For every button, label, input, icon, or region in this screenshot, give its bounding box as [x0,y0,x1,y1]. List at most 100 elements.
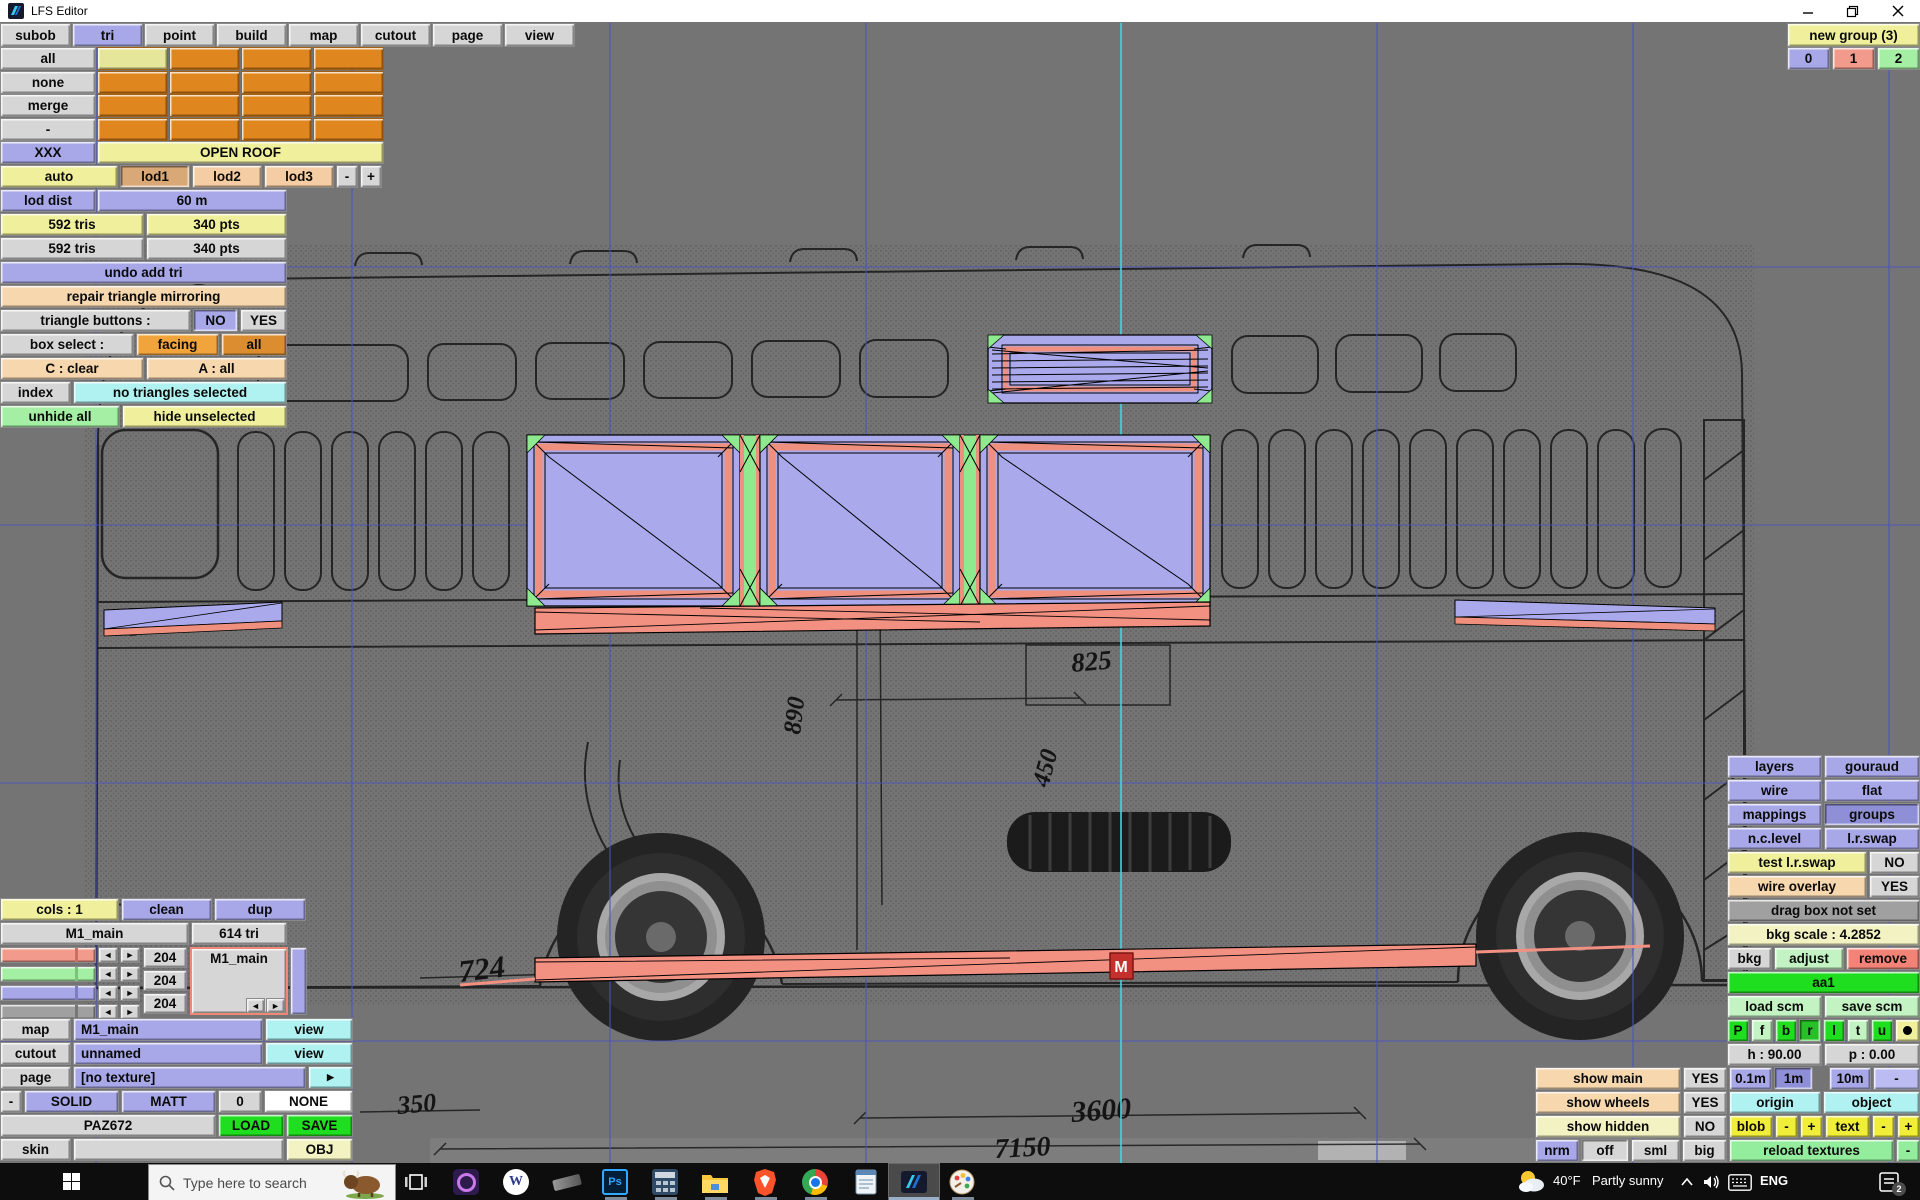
load-button[interactable]: LOAD [218,1114,284,1137]
material-name[interactable]: M1_main [0,922,189,945]
temperature-value[interactable]: 40°F [1553,1173,1581,1188]
subob-grid-cell[interactable] [169,118,240,141]
group-1-button[interactable]: 1 [1832,47,1875,70]
box-select-facing[interactable]: facing [136,333,219,356]
reload-textures-button[interactable]: reload textures [1729,1139,1894,1162]
lod-auto-button[interactable]: auto [0,165,118,188]
obj-button[interactable]: OBJ [286,1138,353,1161]
subob-grid-cell[interactable] [313,94,384,117]
color-slider-green[interactable] [0,966,96,982]
clean-button[interactable]: clean [121,898,212,921]
view-left-button[interactable]: l [1823,1019,1845,1042]
task-view-button[interactable] [401,1169,431,1195]
subob-grid-cell[interactable] [313,118,384,141]
color-value-red[interactable]: 204 [143,947,187,968]
tab-tri[interactable]: tri [72,23,143,47]
select-none-button[interactable]: none [0,71,96,94]
subob-grid-cell[interactable] [241,47,312,70]
taskbar-app-notepad[interactable] [852,1168,880,1196]
lod3-button[interactable]: lod3 [264,165,334,188]
slider-right-arrow[interactable]: ► [120,947,140,963]
model-wheel-rear[interactable] [1476,832,1684,1040]
lod-dist-value[interactable]: 60 m [97,189,287,212]
blob-minus-button[interactable]: - [1775,1115,1798,1138]
text-plus-button[interactable]: + [1897,1115,1920,1138]
bkg-adjust-button[interactable]: adjust [1774,947,1844,970]
layers-button[interactable]: layers [1727,755,1822,778]
taskbar-app-paint[interactable] [948,1168,976,1196]
subob-grid-cell-active[interactable] [97,47,168,70]
grid-1m-button[interactable]: 1m [1774,1067,1813,1090]
material-prev-arrow[interactable]: ◄ [246,998,265,1013]
box-select-all[interactable]: all [221,333,287,356]
test-lr-swap-label[interactable]: test l.r.swap [1727,851,1867,874]
select-all-button[interactable]: all [0,47,96,70]
grid-10m-button[interactable]: 10m [1829,1067,1871,1090]
merge-button[interactable]: merge [0,94,96,117]
tab-cutout[interactable]: cutout [360,23,431,47]
lod2-button[interactable]: lod2 [192,165,262,188]
slider-right-arrow[interactable]: ► [120,966,140,982]
model-name-field[interactable]: PAZ672 [0,1114,216,1137]
index-button[interactable]: index [0,381,71,404]
taskbar-app-chrome[interactable] [801,1168,829,1196]
cutout-view-button[interactable]: view [265,1042,353,1065]
taskbar-app-lfs-editor-active[interactable] [888,1163,940,1200]
view-free-button[interactable] [1895,1019,1920,1042]
subob-grid-cell[interactable] [169,47,240,70]
color-slider-red[interactable] [0,947,96,963]
map-value[interactable]: M1_main [73,1018,263,1041]
flat-button[interactable]: flat [1824,779,1920,802]
save-button[interactable]: SAVE [286,1114,353,1137]
test-lr-swap-value[interactable]: NO [1869,851,1920,874]
tab-build[interactable]: build [216,23,287,47]
subob-grid-cell[interactable] [313,47,384,70]
wire-overlay-value[interactable]: YES [1869,875,1920,898]
tab-page[interactable]: page [432,23,503,47]
xxx-button[interactable]: XXX [0,141,96,164]
new-group-button[interactable]: new group (3) [1787,23,1920,47]
color-slider-blue[interactable] [0,985,96,1001]
grid-minus-button[interactable]: - [1873,1067,1920,1090]
select-a-all-button[interactable]: A : all [146,357,287,380]
tab-point[interactable]: point [144,23,215,47]
subob-grid-cell[interactable] [97,94,168,117]
heading-value[interactable]: h : 90.00 [1727,1043,1822,1066]
cutout-value[interactable]: unnamed [73,1042,263,1065]
pitch-value[interactable]: p : 0.00 [1824,1043,1920,1066]
blob-plus-button[interactable]: + [1800,1115,1823,1138]
subob-grid-cell[interactable] [97,118,168,141]
search-input[interactable]: Type here to search [148,1164,396,1200]
show-wheels-value[interactable]: YES [1683,1091,1727,1114]
solid-button[interactable]: SOLID [24,1090,119,1113]
object-button[interactable]: object [1823,1091,1920,1114]
matt-button[interactable]: MATT [121,1090,216,1113]
search-highlight-ox-icon[interactable] [339,1169,387,1199]
lr-swap-button[interactable]: l.r.swap [1824,827,1920,850]
taskbar-app-explorer[interactable] [701,1169,729,1197]
view-p-button[interactable]: P [1727,1019,1749,1042]
taskbar-app-calculator[interactable] [651,1168,679,1196]
minus-row-button[interactable]: - [0,118,96,141]
model-wheel-front[interactable] [557,833,765,1041]
bkg-button[interactable]: bkg [1727,947,1772,970]
close-button[interactable] [1875,0,1920,22]
repair-triangle-mirroring-button[interactable]: repair triangle mirroring [0,285,287,308]
load-scm-button[interactable]: load scm [1727,995,1822,1018]
page-next-button[interactable]: ▶ [308,1066,353,1089]
show-hidden-label[interactable]: show hidden [1535,1115,1681,1138]
restore-button[interactable] [1830,0,1875,22]
weather-widget[interactable] [1516,1167,1548,1197]
show-hidden-value[interactable]: NO [1683,1115,1727,1138]
nrm-off-button[interactable]: off [1581,1139,1629,1162]
bkg-remove-button[interactable]: remove [1846,947,1920,970]
mappings-button[interactable]: mappings [1727,803,1822,826]
show-main-label[interactable]: show main [1535,1067,1681,1090]
wire-button[interactable]: wire [1727,779,1822,802]
start-button[interactable] [48,1163,94,1200]
page-value[interactable]: [no texture] [73,1066,306,1089]
nrm-big-button[interactable]: big [1682,1139,1727,1162]
view-right-button[interactable]: r [1799,1019,1821,1042]
clear-selection-button[interactable]: C : clear [0,357,144,380]
subob-grid-cell[interactable] [169,71,240,94]
